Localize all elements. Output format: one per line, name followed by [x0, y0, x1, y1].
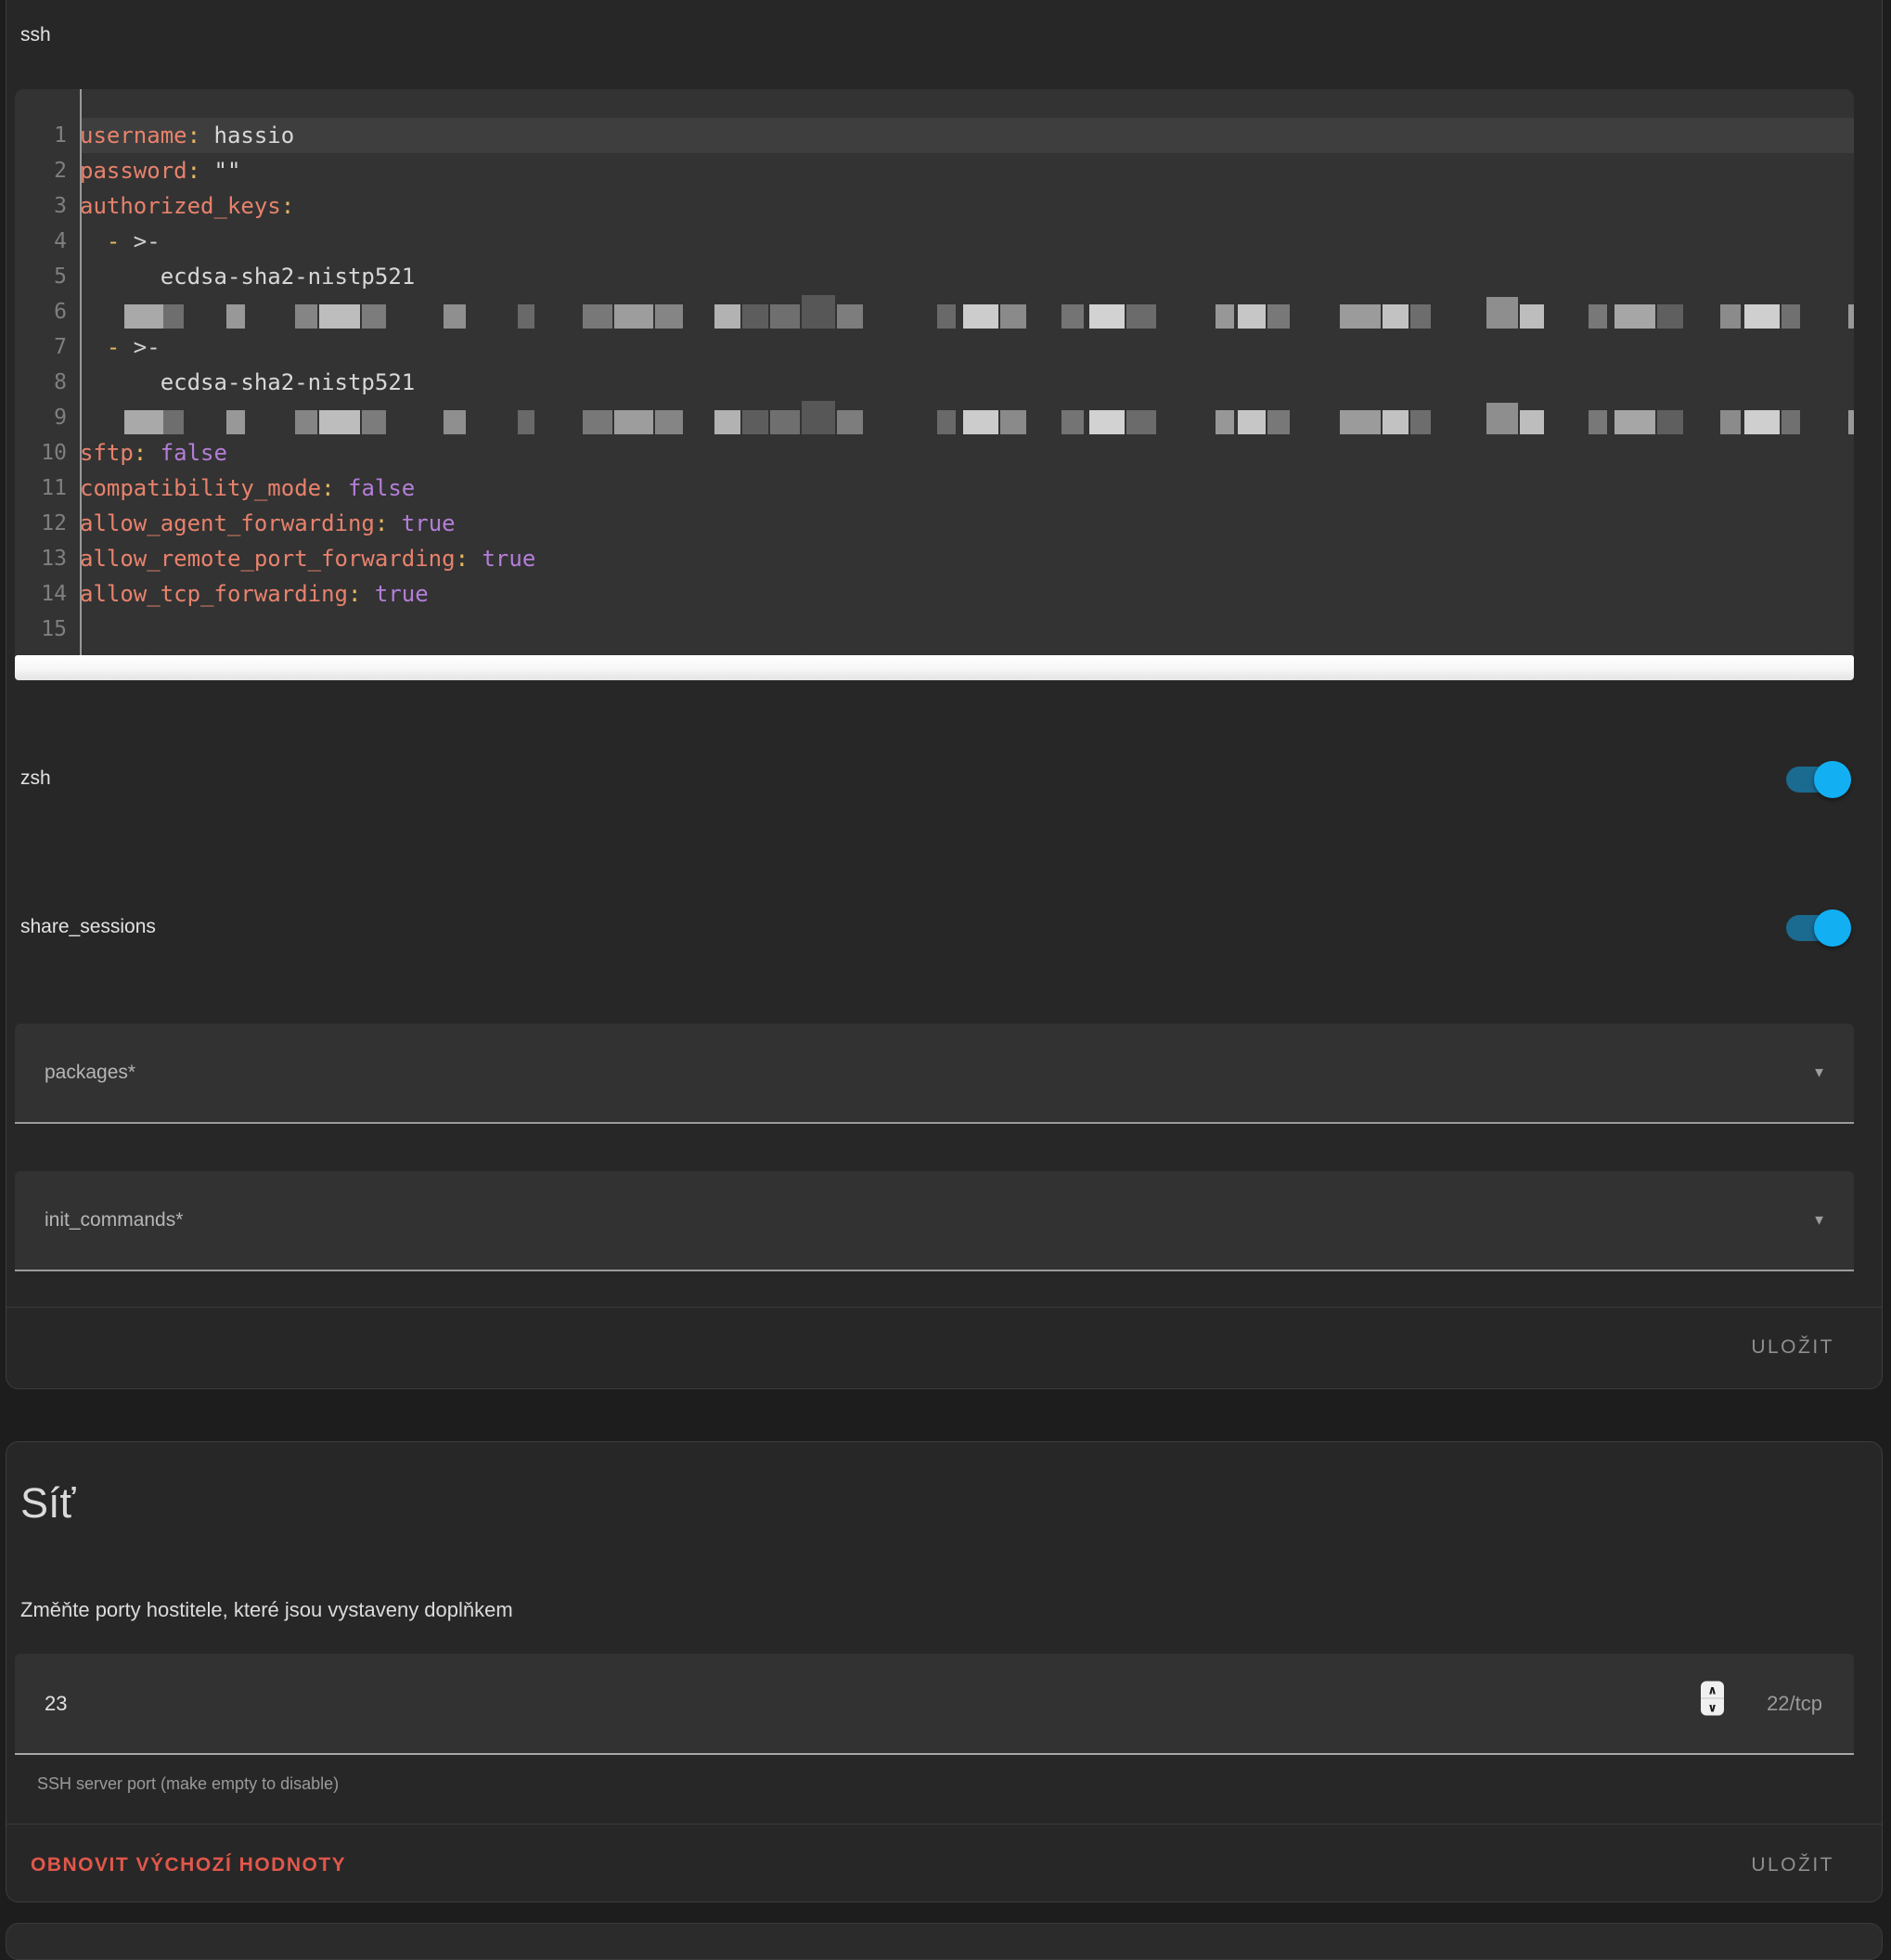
code-content: password: "": [80, 153, 1854, 188]
code-content: username: hassio: [80, 118, 1854, 153]
code-line: 7 - >-: [15, 329, 1854, 365]
line-number: 13: [15, 541, 80, 576]
code-line: 2password: "": [15, 153, 1854, 188]
dropdown-label: packages*: [45, 1062, 135, 1084]
code-content: [80, 294, 1854, 329]
code-line: 12allow_agent_forwarding: true: [15, 506, 1854, 541]
line-number: 7: [15, 329, 80, 365]
line-number: 2: [15, 153, 80, 188]
code-line: 11compatibility_mode: false: [15, 471, 1854, 506]
page: { "colors": { "toggle_on": "#12b0f2", "t…: [0, 0, 1891, 1932]
redacted-key-blur: [102, 295, 1854, 329]
line-number: 11: [15, 471, 80, 506]
line-number: 10: [15, 435, 80, 471]
code-line: 3authorized_keys:: [15, 188, 1854, 224]
line-number: 5: [15, 259, 80, 294]
line-number: 6: [15, 294, 80, 329]
stepper-down-icon[interactable]: ∨: [1701, 1699, 1724, 1716]
code-content: authorized_keys:: [80, 188, 1854, 224]
code-line: 15: [15, 612, 1854, 647]
code-line: 10sftp: false: [15, 435, 1854, 471]
code-content: - >-: [80, 329, 1854, 365]
code-lines: 1username: hassio2password: ""3authorize…: [15, 118, 1854, 647]
code-line: 4 - >-: [15, 224, 1854, 259]
network-section-description: Změňte porty hostitele, které jsou vysta…: [20, 1598, 513, 1622]
code-line: 6: [15, 294, 1854, 329]
code-line: 1username: hassio: [15, 118, 1854, 153]
dropdown-label: init_commands*: [45, 1209, 183, 1231]
share-sessions-toggle[interactable]: [1786, 915, 1844, 941]
code-content: ecdsa-sha2-nistp521: [80, 259, 1854, 294]
zsh-toggle-label: zsh: [20, 767, 51, 790]
save-button[interactable]: ULOŽIT: [1751, 1336, 1834, 1359]
save-button[interactable]: ULOŽIT: [1751, 1854, 1834, 1876]
code-content: ecdsa-sha2-nistp521: [80, 365, 1854, 400]
code-content: allow_agent_forwarding: true: [80, 506, 1854, 541]
card-footer-divider: [6, 1824, 1882, 1825]
ssh-port-field: ∧ ∨ 22/tcp: [15, 1654, 1854, 1755]
next-card-edge: [6, 1923, 1883, 1960]
code-content: - >-: [80, 224, 1854, 259]
ssh-section-label: ssh: [20, 24, 51, 46]
stepper-up-icon[interactable]: ∧: [1701, 1682, 1724, 1699]
code-content: compatibility_mode: false: [80, 471, 1854, 506]
port-helper-text: SSH server port (make empty to disable): [37, 1774, 339, 1794]
line-number: 9: [15, 400, 80, 435]
yaml-editor[interactable]: 1username: hassio2password: ""3authorize…: [15, 89, 1854, 680]
code-line: 14allow_tcp_forwarding: true: [15, 576, 1854, 612]
line-number: 8: [15, 365, 80, 400]
reset-defaults-button[interactable]: OBNOVIT VÝCHOZÍ HODNOTY: [31, 1854, 346, 1876]
number-stepper[interactable]: ∧ ∨: [1701, 1682, 1724, 1716]
redacted-key-blur: [102, 401, 1854, 434]
code-content: [80, 400, 1854, 435]
code-line: 13allow_remote_port_forwarding: true: [15, 541, 1854, 576]
line-number: 14: [15, 576, 80, 612]
chevron-down-icon: ▼: [1812, 1213, 1826, 1229]
code-content: allow_tcp_forwarding: true: [80, 576, 1854, 612]
chevron-down-icon: ▼: [1812, 1065, 1826, 1081]
packages-dropdown[interactable]: packages* ▼: [15, 1024, 1854, 1124]
network-section-title: Síť: [20, 1479, 75, 1528]
card-footer-divider: [6, 1307, 1882, 1308]
share-sessions-toggle-label: share_sessions: [20, 916, 156, 938]
code-line: 9: [15, 400, 1854, 435]
line-number: 3: [15, 188, 80, 224]
code-content: sftp: false: [80, 435, 1854, 471]
switch-thumb: [1814, 761, 1851, 798]
editor-gutter-separator: [80, 89, 82, 655]
ssh-port-input[interactable]: [45, 1654, 1344, 1753]
line-number: 4: [15, 224, 80, 259]
port-mapping-label: 22/tcp: [1767, 1692, 1822, 1716]
code-content: [80, 612, 1854, 647]
line-number: 1: [15, 118, 80, 153]
line-number: 12: [15, 506, 80, 541]
line-number: 15: [15, 612, 80, 647]
init-commands-dropdown[interactable]: init_commands* ▼: [15, 1171, 1854, 1271]
code-content: allow_remote_port_forwarding: true: [80, 541, 1854, 576]
editor-horizontal-scrollbar[interactable]: [15, 655, 1854, 680]
zsh-toggle[interactable]: [1786, 767, 1844, 793]
code-line: 8 ecdsa-sha2-nistp521: [15, 365, 1854, 400]
switch-thumb: [1814, 909, 1851, 947]
code-line: 5 ecdsa-sha2-nistp521: [15, 259, 1854, 294]
